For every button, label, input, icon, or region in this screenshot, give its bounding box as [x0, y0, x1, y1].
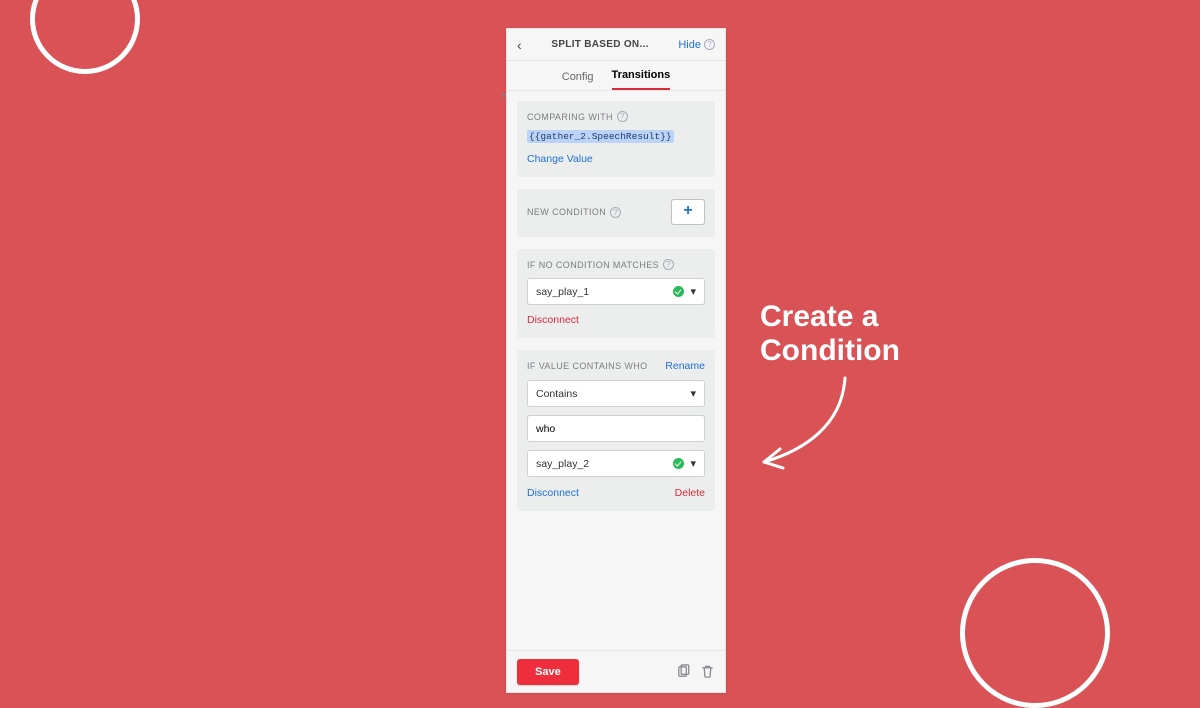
- target-value: say_play_2: [536, 458, 589, 470]
- callout-line2: Condition: [760, 334, 900, 368]
- no-match-card: IF NO CONDITION MATCHES ? say_play_1 ▾ D…: [517, 249, 715, 338]
- footer-icons: [676, 664, 715, 679]
- decorative-circle-top-left: [30, 0, 140, 74]
- panel-footer: Save: [507, 650, 725, 692]
- callout-text: Create a Condition: [760, 300, 900, 367]
- side-panel: « ‹ SPLIT BASED ON... Hide ? Config Tran…: [506, 28, 726, 693]
- no-match-label: IF NO CONDITION MATCHES ?: [527, 259, 705, 270]
- chevron-down-icon: ▾: [690, 387, 696, 400]
- condition-label: IF VALUE CONTAINS WHO: [527, 361, 648, 371]
- no-match-disconnect-link[interactable]: Disconnect: [527, 314, 705, 326]
- no-match-target-value: say_play_1: [536, 286, 589, 298]
- operator-value: Contains: [536, 388, 577, 400]
- back-button[interactable]: ‹: [517, 37, 522, 53]
- help-icon[interactable]: ?: [610, 207, 621, 218]
- callout-line1: Create a: [760, 300, 900, 334]
- new-condition-card: NEW CONDITION ? +: [517, 189, 715, 237]
- collapse-handle-icon[interactable]: «: [501, 89, 507, 101]
- add-condition-button[interactable]: +: [671, 199, 705, 225]
- no-match-target-select[interactable]: say_play_1 ▾: [527, 278, 705, 305]
- value-input-wrap[interactable]: [527, 415, 705, 442]
- panel-title: SPLIT BASED ON...: [551, 39, 648, 50]
- change-value-link[interactable]: Change Value: [527, 153, 705, 165]
- rename-link[interactable]: Rename: [665, 360, 705, 372]
- panel-body: COMPARING WITH ? {{gather_2.SpeechResult…: [507, 91, 725, 650]
- new-condition-label: NEW CONDITION ?: [527, 207, 621, 218]
- help-icon[interactable]: ?: [663, 259, 674, 270]
- target-select[interactable]: say_play_2 ▾: [527, 450, 705, 477]
- chevron-down-icon: ▾: [690, 457, 696, 470]
- tab-config[interactable]: Config: [562, 71, 594, 90]
- help-icon[interactable]: ?: [617, 111, 628, 122]
- save-button[interactable]: Save: [517, 659, 579, 685]
- disconnect-link[interactable]: Disconnect: [527, 487, 579, 499]
- comparing-token: {{gather_2.SpeechResult}}: [527, 130, 674, 143]
- hide-link-label: Hide: [678, 39, 701, 51]
- arrow-icon: [750, 370, 870, 485]
- comparing-label: COMPARING WITH ?: [527, 111, 705, 122]
- decorative-circle-bottom-right: [960, 558, 1110, 708]
- operator-select[interactable]: Contains ▾: [527, 380, 705, 407]
- tab-bar: Config Transitions: [507, 61, 725, 91]
- condition-card-1: IF VALUE CONTAINS WHO Rename Contains ▾ …: [517, 350, 715, 511]
- copy-icon[interactable]: [676, 664, 691, 679]
- delete-link[interactable]: Delete: [675, 487, 705, 499]
- tab-transitions[interactable]: Transitions: [612, 69, 671, 90]
- comparing-card: COMPARING WITH ? {{gather_2.SpeechResult…: [517, 101, 715, 177]
- panel-header: ‹ SPLIT BASED ON... Hide ?: [507, 29, 725, 61]
- check-icon: [673, 458, 684, 469]
- help-icon: ?: [704, 39, 715, 50]
- value-input[interactable]: [536, 423, 696, 435]
- trash-icon[interactable]: [700, 664, 715, 679]
- hide-link[interactable]: Hide ?: [678, 39, 715, 51]
- check-icon: [673, 286, 684, 297]
- chevron-down-icon: ▾: [690, 285, 696, 298]
